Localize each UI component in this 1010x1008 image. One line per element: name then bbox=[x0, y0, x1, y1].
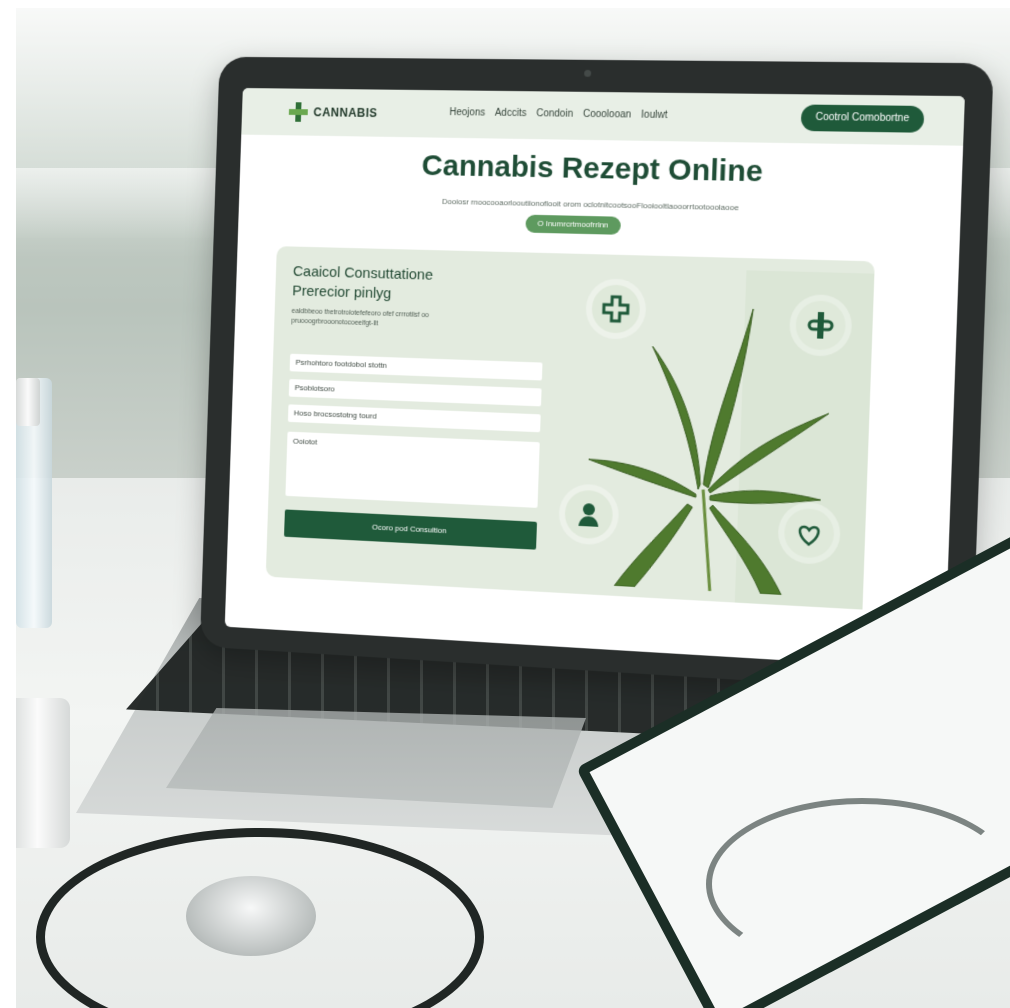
laptop-lid: CANNABIS Heojons Adccits Condoin Coooloo… bbox=[199, 56, 994, 695]
card-description: ealdbbeoo thetrotrolotefefeoro ofef crrr… bbox=[291, 307, 430, 328]
laptop-screen: CANNABIS Heojons Adccits Condoin Coooloo… bbox=[224, 88, 965, 670]
contact-cta-button[interactable]: Cootrol Comobortne bbox=[800, 104, 925, 133]
second-stethoscope bbox=[706, 798, 1010, 970]
nav-link[interactable]: Heojons bbox=[449, 107, 485, 118]
form-field[interactable]: Psrhohtoro footdobol stottn bbox=[289, 353, 543, 381]
site-navbar: CANNABIS Heojons Adccits Condoin Coooloo… bbox=[241, 88, 965, 146]
photo-scene: CANNABIS Heojons Adccits Condoin Coooloo… bbox=[16, 8, 1010, 1008]
nav-link[interactable]: Ioulwt bbox=[641, 110, 668, 121]
hero-title: Cannabis Rezept Online bbox=[421, 149, 764, 189]
nav-link[interactable]: Adccits bbox=[495, 108, 527, 119]
site-logo[interactable]: CANNABIS bbox=[288, 102, 378, 123]
cannabis-leaf-icon bbox=[574, 284, 838, 597]
form-field[interactable]: Hoso brocsostotng tourd bbox=[287, 404, 541, 433]
logo-text: CANNABIS bbox=[313, 105, 378, 120]
textarea-label: Ooiotot bbox=[292, 436, 318, 447]
card-title: Caaicol Consuttatione Prerecior pinlyg bbox=[292, 262, 544, 309]
submit-consultation-button[interactable]: Ocoro pod Consultion bbox=[284, 509, 538, 550]
nav-link[interactable]: Condoin bbox=[536, 108, 573, 119]
consultation-card: Caaicol Consuttatione Prerecior pinlyg e… bbox=[265, 246, 875, 610]
bottle-cap bbox=[16, 378, 40, 426]
message-textarea[interactable]: Ooiotot bbox=[285, 431, 540, 508]
stethoscope-chestpiece bbox=[186, 876, 316, 956]
cannabis-logo-icon bbox=[288, 102, 309, 122]
hero-subtitle: Dooiosr rnoocooaorlooutiionoflooit orom … bbox=[441, 196, 740, 213]
nav-links: Heojons Adccits Condoin Cooolooan Ioulwt bbox=[449, 107, 667, 121]
hero-button[interactable]: O Inumrcrtmoofrrlnn bbox=[525, 214, 621, 235]
nav-link[interactable]: Cooolooan bbox=[583, 109, 632, 121]
white-jar bbox=[16, 698, 70, 848]
webcam bbox=[584, 69, 592, 77]
form-field[interactable]: Psoblotsoro bbox=[288, 379, 542, 407]
